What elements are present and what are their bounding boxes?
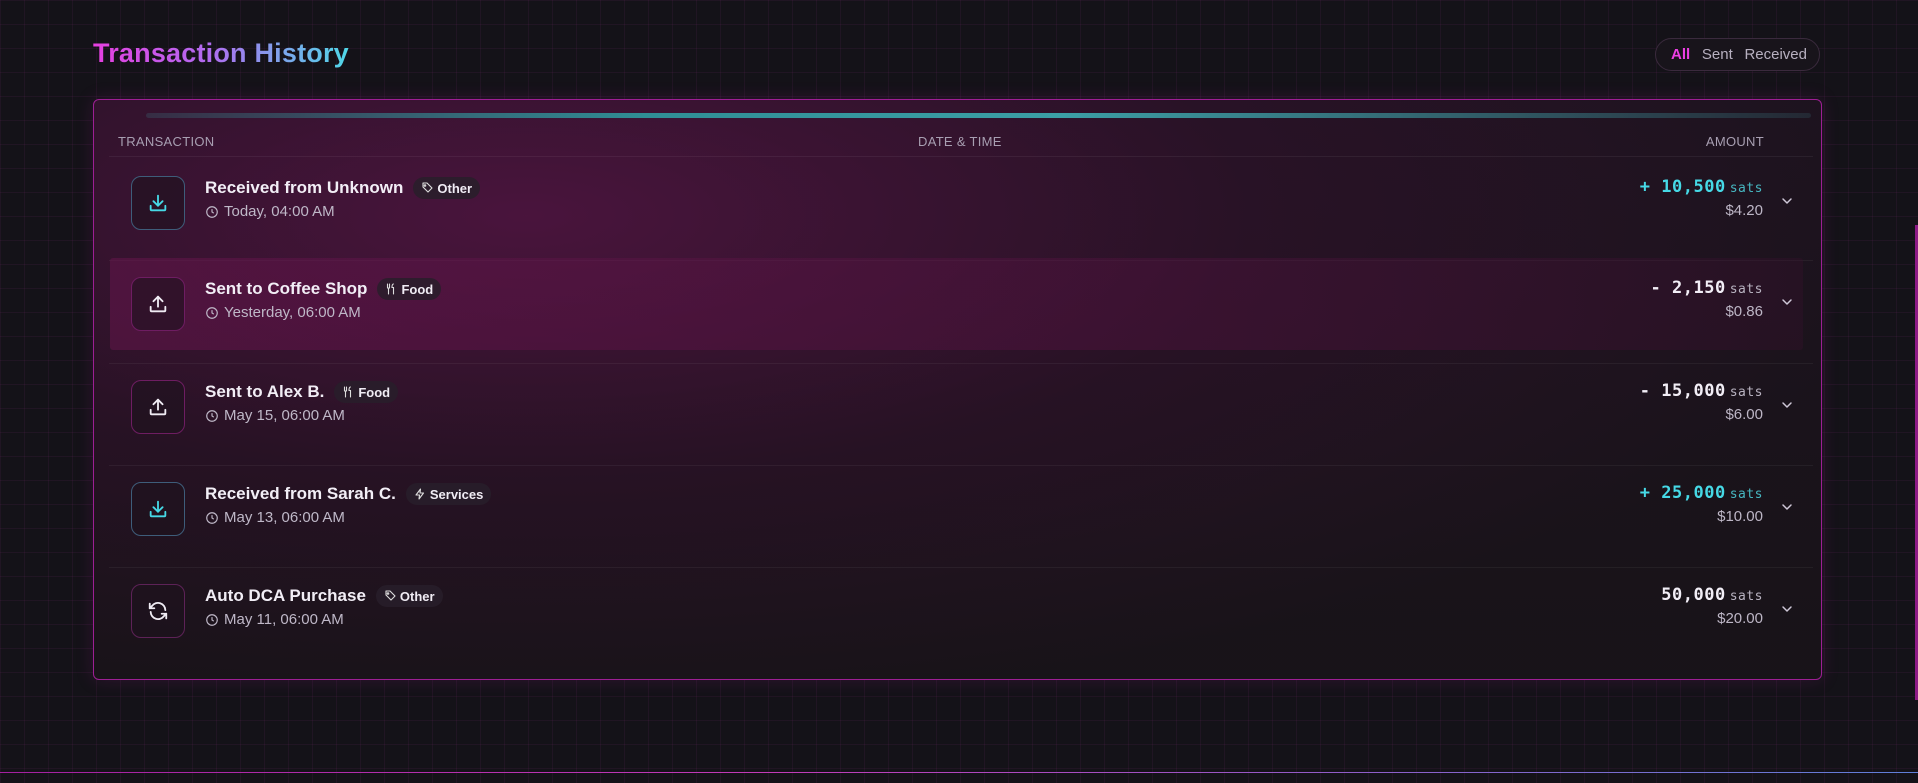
- chevron-down-icon[interactable]: [1779, 601, 1795, 617]
- clock-icon: [206, 613, 218, 626]
- download-icon: [131, 482, 185, 536]
- chevron-down-icon[interactable]: [1779, 193, 1795, 209]
- panel-accent-bar: [146, 113, 1811, 118]
- category-tag: Food: [377, 278, 442, 300]
- page-title: Transaction History: [93, 38, 349, 68]
- usd-value: $6.00: [1725, 406, 1763, 423]
- usd-value: $4.20: [1725, 202, 1763, 219]
- bottom-accent-line: [0, 772, 1918, 773]
- transaction-name: Received from Unknown: [205, 178, 404, 197]
- upload-icon: [131, 277, 185, 331]
- clock-icon: [206, 306, 218, 319]
- transaction-time: Today, 04:00 AM: [205, 203, 335, 220]
- category-tag: Other: [375, 585, 443, 607]
- chevron-down-icon[interactable]: [1779, 499, 1795, 515]
- download-icon: [131, 176, 185, 230]
- table-row[interactable]: Sent to Alex B. Food May 15, 06:00 AM - …: [110, 361, 1803, 453]
- transaction-time: Yesterday, 06:00 AM: [205, 304, 361, 321]
- transaction-amount: - 2,150 sats $0.86: [1650, 278, 1764, 320]
- chevron-down-icon[interactable]: [1779, 397, 1795, 413]
- upload-icon: [131, 380, 185, 434]
- chevron-down-icon[interactable]: [1779, 294, 1795, 310]
- utensils-icon: [387, 283, 395, 295]
- transaction-amount: + 25,000 sats $10.00: [1639, 483, 1763, 525]
- transaction-name: Auto DCA Purchase: [205, 586, 366, 605]
- transaction-time: May 15, 06:00 AM: [205, 407, 345, 424]
- transaction-amount: - 15,000 sats $6.00: [1639, 381, 1763, 423]
- filter-all[interactable]: All: [1671, 46, 1690, 63]
- filter-tabs: All Sent Received: [1655, 38, 1820, 71]
- refresh-icon: [131, 584, 185, 638]
- clock-icon: [206, 511, 218, 524]
- utensils-icon: [344, 386, 352, 398]
- transaction-amount: + 10,500 sats $4.20: [1639, 177, 1763, 219]
- clock-icon: [206, 409, 218, 422]
- header-datetime: DATE & TIME: [918, 134, 1002, 149]
- table-row[interactable]: Received from Unknown Other Today, 04:00…: [110, 157, 1803, 249]
- header-amount: AMOUNT: [1705, 134, 1764, 149]
- tag-icon: [385, 590, 396, 601]
- usd-value: $20.00: [1717, 610, 1763, 627]
- transactions-panel: TRANSACTION DATE & TIME AMOUNT Received …: [93, 99, 1822, 680]
- header-transaction: TRANSACTION: [118, 134, 215, 149]
- usd-value: $0.86: [1725, 303, 1763, 320]
- transaction-name: Sent to Coffee Shop: [205, 279, 368, 298]
- table-header: TRANSACTION DATE & TIME AMOUNT: [94, 122, 1821, 156]
- tag-icon: [422, 182, 433, 193]
- table-row[interactable]: Received from Sarah C. Services May 13, …: [110, 463, 1803, 555]
- clock-icon: [206, 205, 218, 218]
- transaction-amount: 50,000 sats $20.00: [1661, 585, 1763, 627]
- category-tag: Services: [405, 483, 492, 505]
- category-tag: Other: [413, 177, 481, 199]
- transaction-name: Sent to Alex B.: [205, 382, 325, 401]
- usd-value: $10.00: [1717, 508, 1763, 525]
- lightning-icon: [415, 488, 424, 500]
- table-row[interactable]: Auto DCA Purchase Other May 11, 06:00 AM…: [110, 565, 1803, 657]
- filter-received[interactable]: Received: [1744, 46, 1807, 63]
- transaction-time: May 13, 06:00 AM: [205, 509, 345, 526]
- transaction-name: Received from Sarah C.: [205, 484, 396, 503]
- filter-sent[interactable]: Sent: [1702, 46, 1733, 63]
- transaction-time: May 11, 06:00 AM: [205, 611, 344, 628]
- category-tag: Food: [334, 381, 399, 403]
- table-row[interactable]: Sent to Coffee Shop Food Yesterday, 06:0…: [110, 258, 1803, 350]
